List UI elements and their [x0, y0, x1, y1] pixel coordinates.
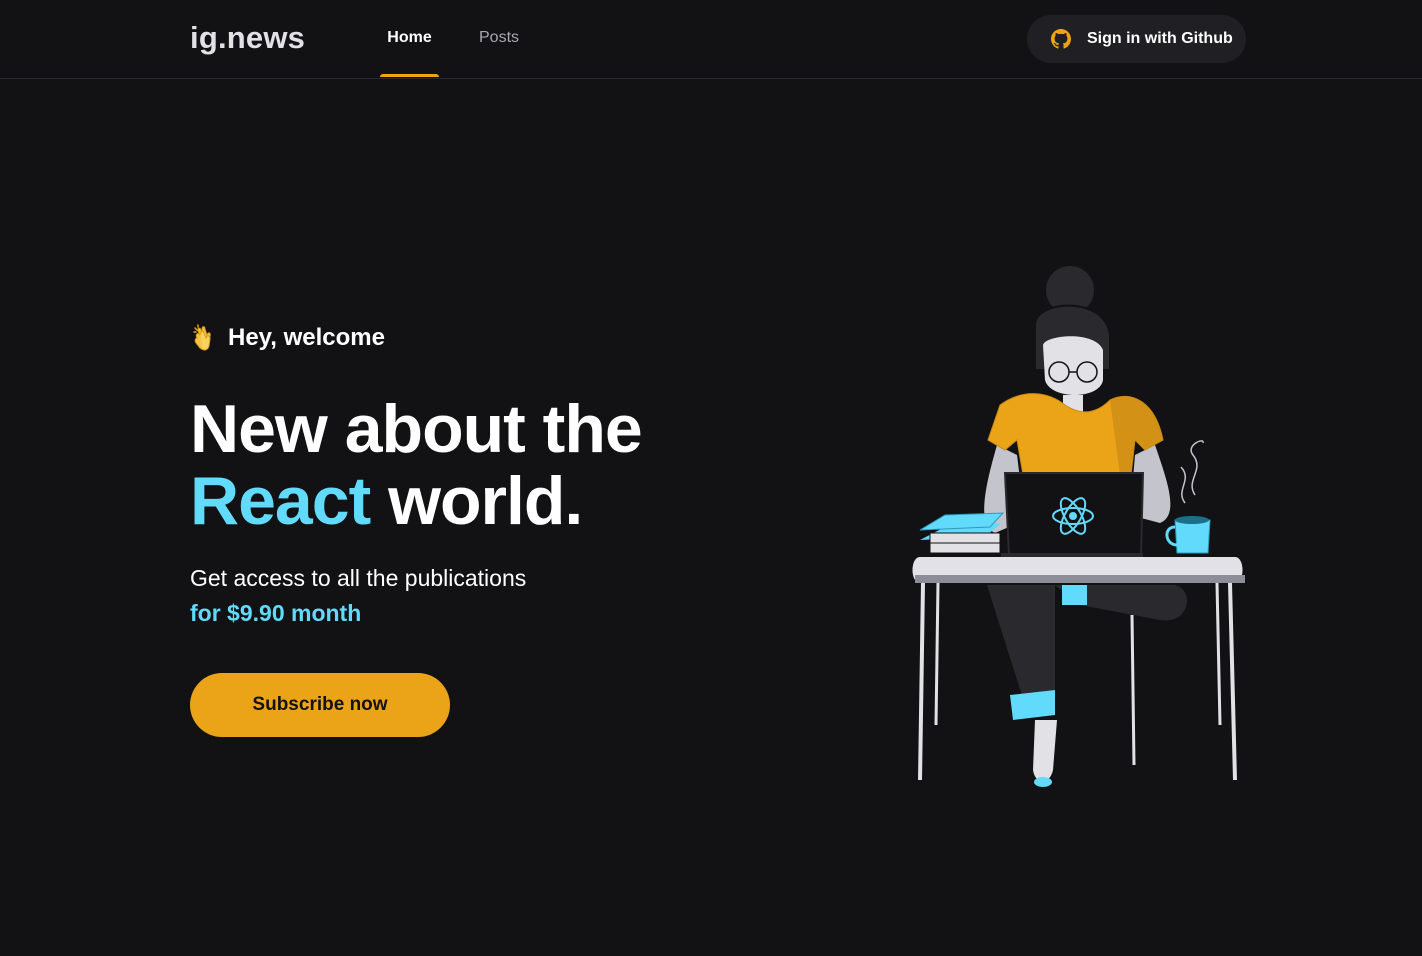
github-icon: [1051, 29, 1071, 49]
signin-github-button[interactable]: Sign in with Github: [1027, 15, 1246, 63]
subscribe-button[interactable]: Subscribe now: [190, 673, 450, 737]
signin-label: Sign in with Github: [1087, 30, 1233, 47]
greeting: Hey, welcome: [192, 324, 385, 352]
page-title: New about the React world.: [190, 391, 643, 539]
headline-line1: New about the: [190, 391, 643, 467]
headline-accent: React: [190, 463, 371, 539]
price-text: for $9.90 month: [190, 600, 362, 626]
nav-home-link[interactable]: Home: [380, 29, 439, 78]
subtitle: Get access to all the publications: [190, 565, 527, 591]
clapping-hands-icon: [192, 324, 218, 352]
headline-rest: world.: [370, 463, 583, 539]
logo[interactable]: ig.news: [190, 20, 305, 56]
greeting-text: Hey, welcome: [228, 324, 385, 351]
site-header: ig.news Home Posts Sign in with Github: [0, 0, 1422, 79]
avatar-illustration: [905, 264, 1250, 795]
nav-posts-link[interactable]: Posts: [479, 29, 519, 78]
active-nav-indicator: [380, 74, 439, 77]
